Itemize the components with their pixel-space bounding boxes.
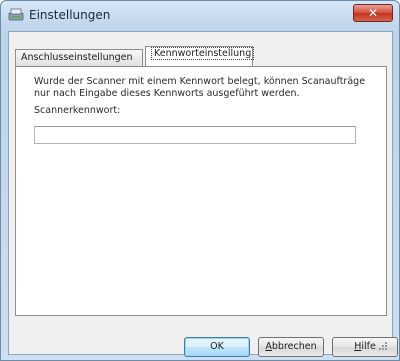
tab-connection-settings[interactable]: Anschlusseinstellungen <box>15 49 143 66</box>
resize-grip-icon[interactable] <box>378 341 388 351</box>
help-button[interactable]: Hilfe <box>332 337 398 357</box>
password-description: Wurde der Scanner mit einem Kennwort bel… <box>34 76 366 99</box>
window-title: Einstellungen <box>29 8 111 22</box>
tab-label: Kennworteinstellung <box>151 47 255 60</box>
password-settings-panel: Wurde der Scanner mit einem Kennwort bel… <box>15 66 387 316</box>
ok-button[interactable]: OK <box>184 337 250 357</box>
cancel-button-label: bbrechen <box>271 341 317 352</box>
scanner-password-label: Scannerkennwort: <box>34 105 121 116</box>
help-button-label: ilfe <box>361 341 376 352</box>
dialog-client-area: Anschlusseinstellungen Kennworteinstellu… <box>8 31 398 357</box>
settings-dialog: Einstellungen ✕ Anschlusseinstellungen K… <box>0 0 400 361</box>
tab-label: Anschlusseinstellungen <box>21 52 133 63</box>
scanner-password-input[interactable] <box>34 126 356 144</box>
title-bar[interactable]: Einstellungen ✕ <box>1 1 399 31</box>
tab-password-settings[interactable]: Kennworteinstellung <box>145 46 255 67</box>
close-icon: ✕ <box>367 6 379 20</box>
cancel-button[interactable]: Abbrechen <box>258 337 324 357</box>
ok-button-label: OK <box>210 341 224 352</box>
close-button[interactable]: ✕ <box>353 4 393 22</box>
scanner-icon <box>8 8 24 22</box>
